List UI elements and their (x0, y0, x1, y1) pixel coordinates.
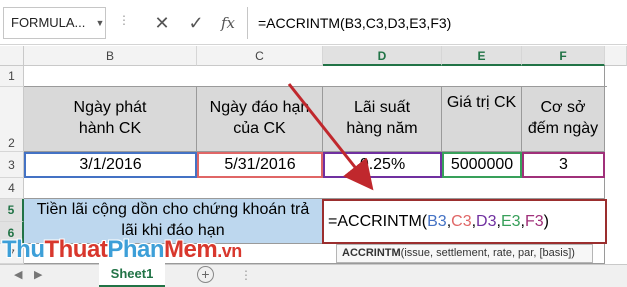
add-sheet-icon[interactable]: + (197, 266, 214, 283)
sheet-tab-sheet1[interactable]: Sheet1 (99, 263, 165, 287)
scroll-left-icon[interactable]: ◀ (14, 268, 22, 281)
scroll-right-icon[interactable]: ▶ (34, 268, 42, 281)
tab-scroll-dots-icon: ⋮ (240, 268, 252, 282)
sheet-tab-bar (0, 264, 627, 287)
watermark-logo: ThuThuatPhanMem.vn (2, 236, 242, 263)
